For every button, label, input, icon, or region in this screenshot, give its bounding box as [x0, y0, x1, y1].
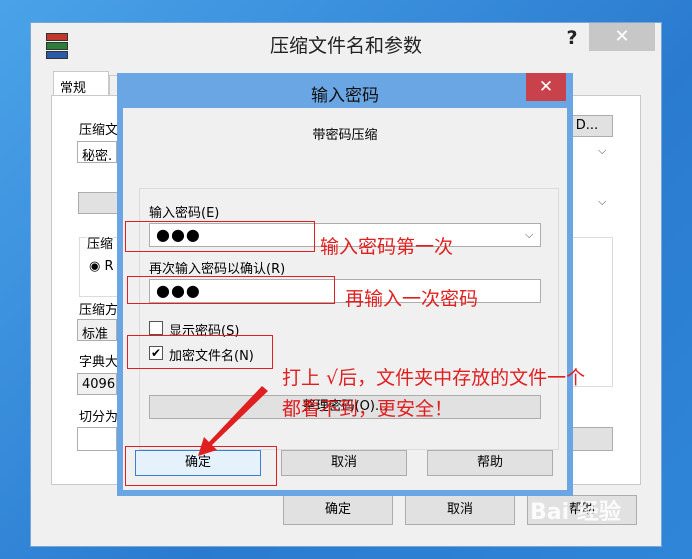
- baidu-watermark: Bai 经验: [530, 500, 621, 525]
- arrow-to-ok-icon: [198, 386, 268, 456]
- annotation-arrow: [198, 386, 268, 456]
